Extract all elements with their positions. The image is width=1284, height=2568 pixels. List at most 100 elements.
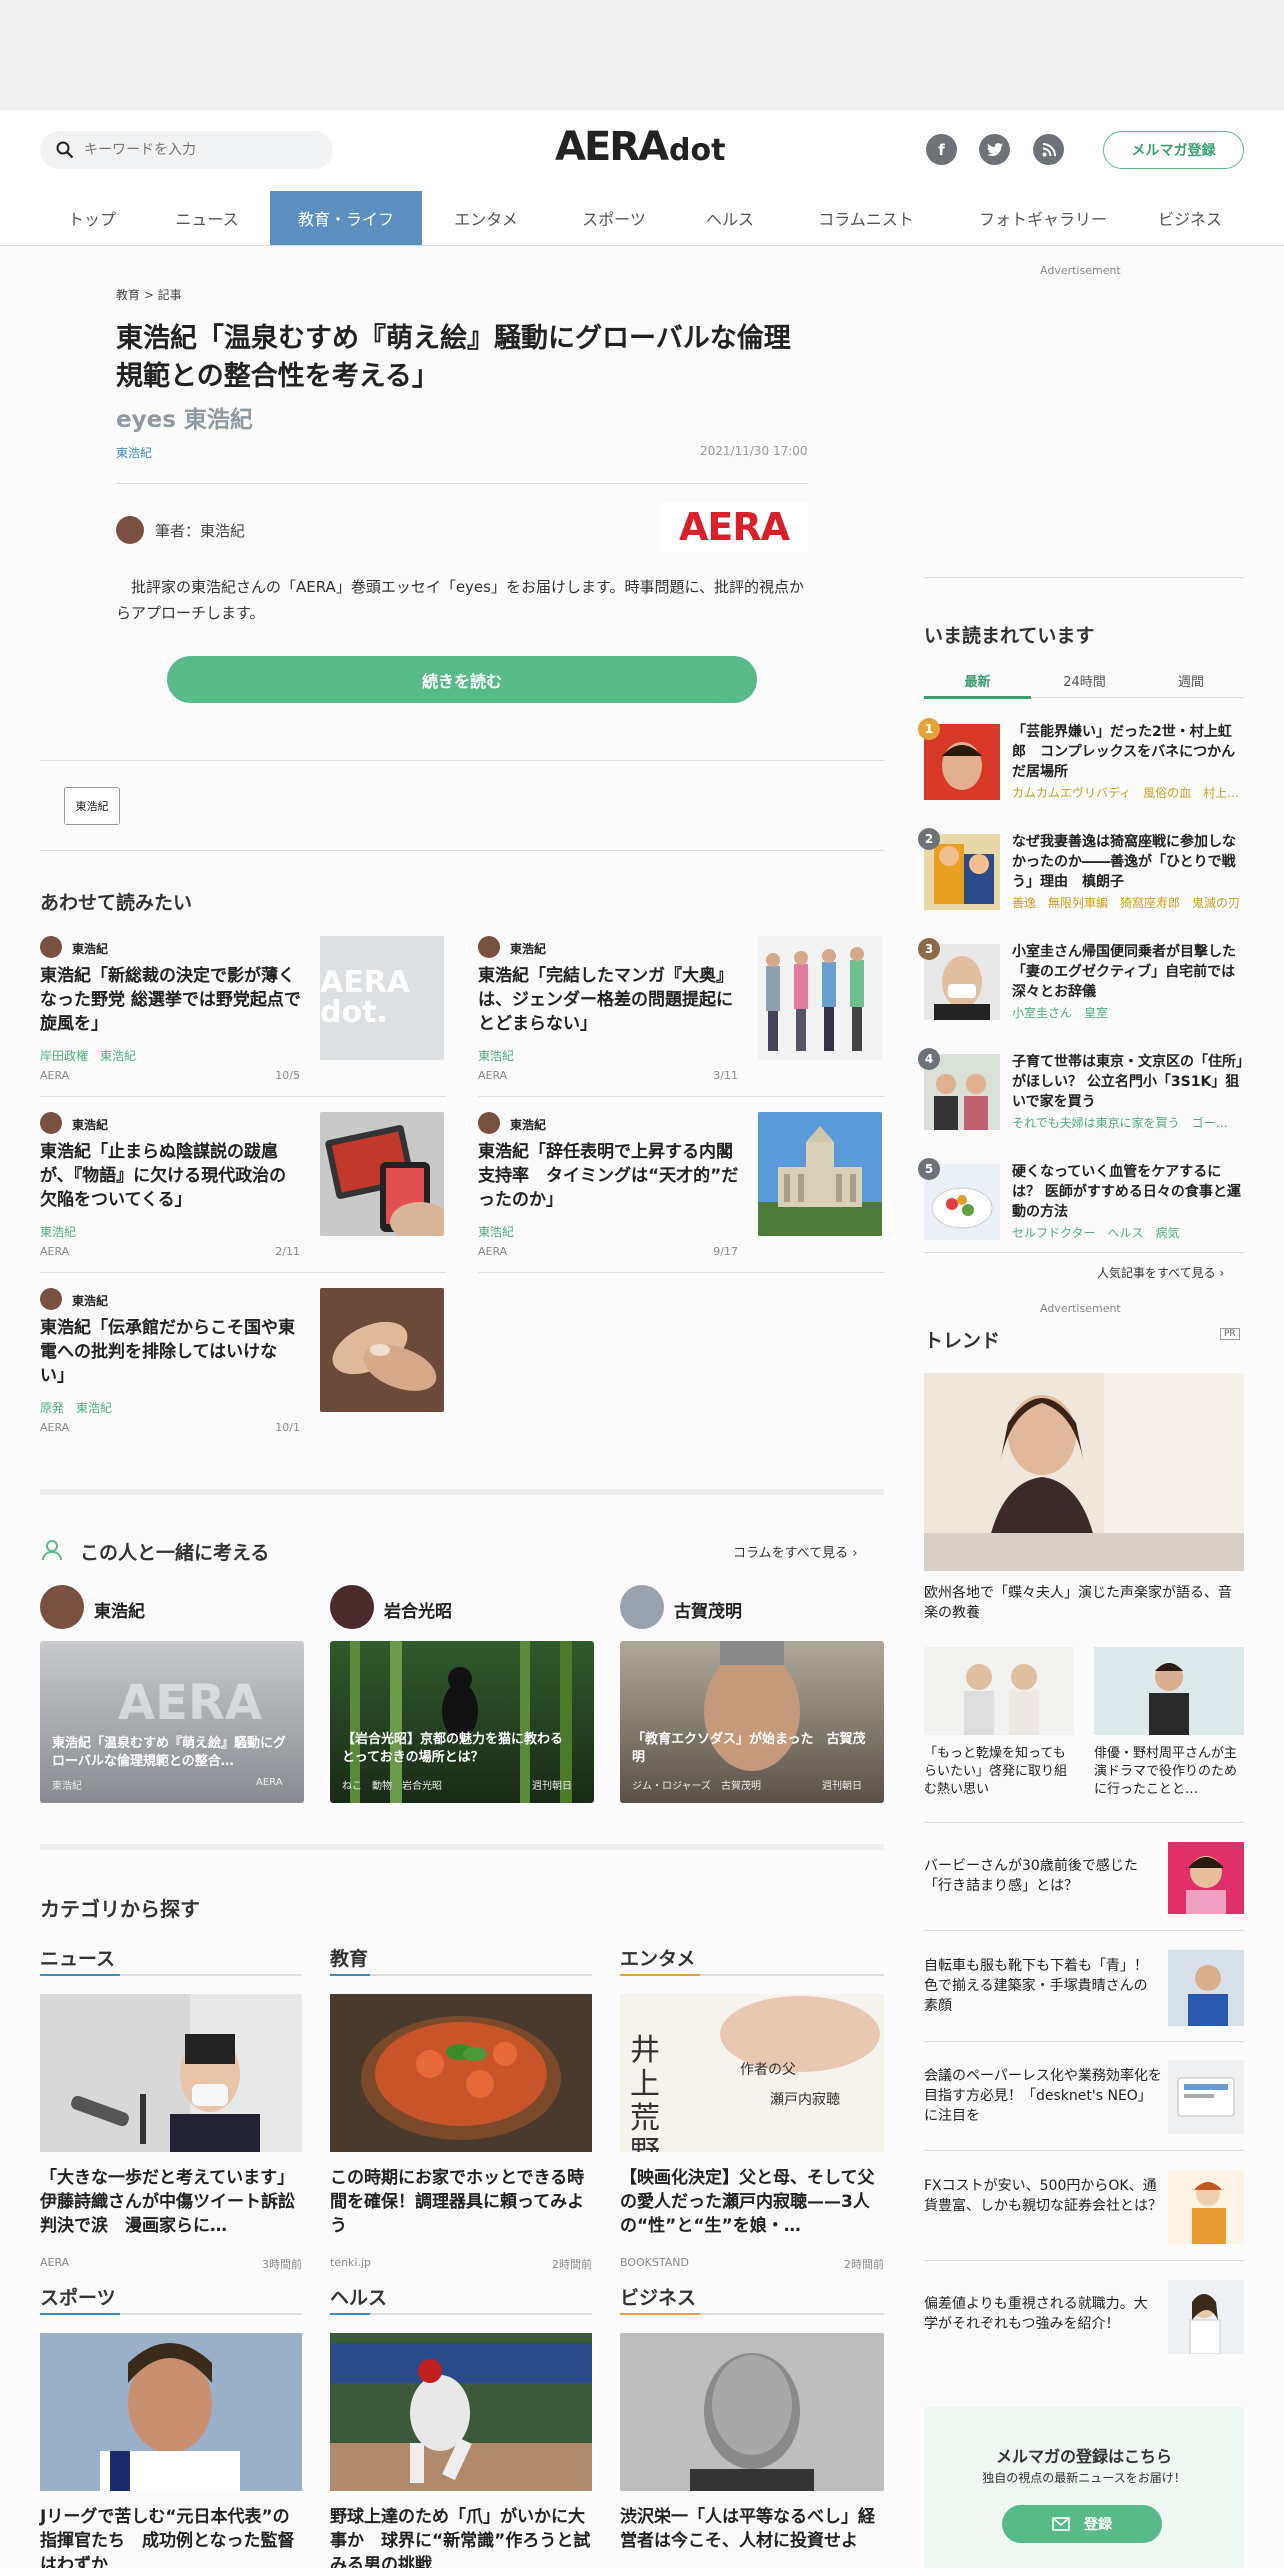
ranking-title: 「芸能界嫌い」だった2世・村上虹郎 コンプレックスをバネにつかんだ居場所 xyxy=(1012,724,1236,780)
twitter-icon[interactable] xyxy=(979,134,1010,165)
card-author: 東浩紀 xyxy=(510,1118,547,1132)
category-name[interactable]: ビジネス xyxy=(620,2283,884,2310)
logo-main: AERA xyxy=(555,124,669,170)
tag-chip[interactable]: 東浩紀 xyxy=(64,787,120,825)
ranking-item[interactable]: 5 硬くなっていく血管をケアするには？ 医師がすすめる日々の食事と運動の方法 セ… xyxy=(918,1158,1244,1248)
book-cover-image[interactable]: 作者の父 瀬戸内寂聴 井上荒野 xyxy=(620,1994,884,2152)
related-card[interactable]: 東浩紀 東浩紀「辞任表明で上昇する内閣支持率 タイミングは“天才的”だったのか」… xyxy=(478,1112,884,1272)
nav-item-business[interactable]: ビジネス xyxy=(1136,191,1244,245)
chevron-right-icon: › xyxy=(1219,1266,1225,1280)
see-all-columns-link[interactable]: コラムをすべて見る › xyxy=(733,1542,858,1561)
category-name[interactable]: 教育 xyxy=(330,1944,592,1971)
trend-pair-item[interactable]: 俳優・野村周平さんが主演ドラマで役作りのために行ったことと… xyxy=(1094,1647,1244,1807)
related-card[interactable]: 東浩紀 東浩紀「新総裁の決定で影が薄くなった野党 総選挙では野党起点で旋風を」 … xyxy=(40,936,446,1096)
category-article-title[interactable]: 「大きな一歩だと考えています」伊藤詩織さんが中傷ツイート訴訟判決で涙 漫画家らに… xyxy=(40,2166,302,2238)
trend-list-item[interactable]: FXコストが安い、500円からOK、通貨豊富、しかも親切な証券会社とは？ xyxy=(924,2170,1244,2244)
nav-item-entame[interactable]: エンタメ xyxy=(422,191,550,245)
mailmag-register-button[interactable]: メルマガ登録 xyxy=(1103,131,1244,169)
site-logo[interactable]: AERA dot xyxy=(555,124,725,176)
trend-main-item[interactable]: 欧州各地で「蝶々夫人」演じた声楽家が語る、音楽の教養 xyxy=(924,1373,1244,1643)
coach-image[interactable] xyxy=(40,2333,302,2491)
rss-icon[interactable] xyxy=(1033,134,1064,165)
ranking-see-all-link[interactable]: 人気記事をすべて見る › xyxy=(1097,1264,1224,1281)
rank-number-badge: 3 xyxy=(918,938,940,960)
tab-latest[interactable]: 最新 xyxy=(924,671,1031,690)
trend-pair-image xyxy=(1094,1647,1244,1735)
trend-pair-image xyxy=(924,1647,1074,1735)
ranking-item[interactable]: 3 小室圭さん帰国便同乗者が目撃した「妻のエグゼクティブ」自宅前では深々とお辞儀… xyxy=(918,938,1244,1028)
tab-24h[interactable]: 24時間 xyxy=(1031,671,1138,690)
nav-item-news[interactable]: ニュース xyxy=(144,191,270,245)
category-name[interactable]: ヘルス xyxy=(330,2283,592,2310)
card-source: AERA xyxy=(40,1421,70,1434)
divider xyxy=(924,2150,1244,2151)
read-more-button[interactable]: 続きを読む xyxy=(167,656,757,703)
trend-list-title: 会議のペーパーレス化や業務効率化を目指す方必見！「desknet's NEO」に… xyxy=(924,2068,1162,2124)
category-name[interactable]: ニュース xyxy=(40,1944,302,1971)
trend-list-item[interactable]: バービーさんが30歳前後で感じた「行き詰まり感」とは？ xyxy=(924,1842,1244,1914)
category-article-source: BOOKSTAND xyxy=(620,2256,689,2269)
nav-item-columnist[interactable]: コラムニスト xyxy=(782,191,950,245)
category-article-date: 2時間前 xyxy=(552,2258,592,2271)
facebook-icon[interactable]: f xyxy=(926,134,957,165)
nav-item-sports[interactable]: スポーツ xyxy=(550,191,678,245)
column-card-source: 週刊朝日 xyxy=(532,1781,572,1792)
svg-text:瀬戸内寂聴: 瀬戸内寂聴 xyxy=(770,2092,840,2108)
breadcrumb[interactable]: 教育 > 記事 xyxy=(116,286,182,303)
mailmag-box-register-button[interactable]: 登録 xyxy=(1002,2505,1162,2543)
person-name[interactable]: 東浩紀 xyxy=(94,1597,145,1622)
author-tag-link[interactable]: 東浩紀 xyxy=(116,444,152,461)
trend-list-item[interactable]: 会議のペーパーレス化や業務効率化を目指す方必見！「desknet's NEO」に… xyxy=(924,2060,1244,2134)
person-name[interactable]: 古賀茂明 xyxy=(674,1597,742,1622)
category-article-title[interactable]: 野球上達のため「爪」がいかに大事か 球界に“新常識”作ろうと試みる男の挑戦 xyxy=(330,2505,592,2568)
related-card[interactable]: 東浩紀 東浩紀「止まらぬ陰謀説の跋扈が、『物語』に欠ける現代政治の欠陥をついてく… xyxy=(40,1112,446,1272)
pitcher-image[interactable] xyxy=(330,2333,592,2491)
category-block-entame: エンタメ 作者の父 瀬戸内寂聴 井上荒野 【映画化決定】父と母、そして父の愛人だ… xyxy=(620,1944,884,2274)
card-date: 10/1 xyxy=(275,1421,300,1434)
trend-list-item[interactable]: 偏差値よりも重視される就職力。大学がそれぞれもつ強みを紹介！ xyxy=(924,2280,1244,2354)
related-card[interactable]: 東浩紀 東浩紀「完結したマンガ『大奥』は、ジェンダー格差の問題提起にとどまらない… xyxy=(478,936,884,1096)
tab-weekly[interactable]: 週間 xyxy=(1138,671,1244,690)
nav-item-health[interactable]: ヘルス xyxy=(678,191,782,245)
category-underline-accent xyxy=(330,2313,370,2315)
trend-pair-title: 俳優・野村周平さんが主演ドラマで役作りのために行ったことと… xyxy=(1094,1746,1238,1797)
ranking-item[interactable]: 2 なぜ我妻善逸は猗窩座戦に参加しなかったのか――善逸が「ひとりで戦う」理由 槙… xyxy=(918,828,1244,918)
column-card[interactable]: AERA 東浩紀「温泉むすめ『萌え絵』騒動にグローバルな倫理規範との整合… 東浩… xyxy=(40,1641,304,1803)
ranking-tabs: 最新 24時間 週間 xyxy=(924,671,1244,690)
person-icon xyxy=(42,1540,62,1561)
category-article-title[interactable]: この時期にお家でホッとできる時間を確保！調理器具に頼ってみよう xyxy=(330,2166,592,2238)
nav-item-top[interactable]: トップ xyxy=(40,191,144,245)
ranking-item[interactable]: 4 子育て世帯は東京・文京区の「住所」がほしい？ 公立名門小「3S1K」狙いで家… xyxy=(918,1048,1244,1138)
publisher-logo: AERA xyxy=(660,502,808,552)
person-avatar[interactable] xyxy=(40,1585,84,1629)
category-name[interactable]: スポーツ xyxy=(40,2283,302,2310)
person-avatar[interactable] xyxy=(620,1585,664,1629)
diet-building-thumbnail xyxy=(758,1112,882,1236)
category-article-title[interactable]: 渋沢栄一「人は平等なるべし」経営者は今こそ、人材に投資せよ xyxy=(620,2505,884,2553)
category-article-title[interactable]: Jリーグで苦しむ“元日本代表”の指揮官たち 成功例となった監督はわずか xyxy=(40,2505,302,2568)
column-card[interactable]: 「教育エクソダス」が始まった 古賀茂明 ジム・ロジャーズ 古賀茂明 週刊朝日 xyxy=(620,1641,884,1803)
search-box[interactable] xyxy=(40,131,333,169)
column-card[interactable]: 【岩合光昭】京都の魅力を猫に教わる とっておきの場所とは？ ねこ 動物 岩合光昭… xyxy=(330,1641,594,1803)
see-all-columns-label: コラムをすべて見る xyxy=(733,1546,849,1561)
trend-pair-item[interactable]: 「もっと乾燥を知ってもらいたい」啓発に取り組む熱い思い xyxy=(924,1647,1074,1807)
ranking-item[interactable]: 1 「芸能界嫌い」だった2世・村上虹郎 コンプレックスをバネにつかんだ居場所 カ… xyxy=(918,718,1244,808)
nav-item-education-life[interactable]: 教育・ライフ xyxy=(270,191,422,245)
category-article-title[interactable]: 【映画化決定】父と母、そして父の愛人だった瀬戸内寂聴——3人の“性”と“生”を娘… xyxy=(620,2166,884,2238)
press-conference-image[interactable] xyxy=(40,1994,302,2152)
divider xyxy=(924,1822,1244,1823)
book-author-text: 井上荒野 xyxy=(630,2033,660,2153)
search-input[interactable] xyxy=(84,142,304,158)
person-name[interactable]: 岩合光昭 xyxy=(384,1597,452,1622)
trend-list-item[interactable]: 自転車も服も靴下も下着も「青」！色で揃える建築家・手塚貴晴さんの素顔 xyxy=(924,1950,1244,2026)
nav-item-photo-gallery[interactable]: フォトギャラリー xyxy=(950,191,1136,245)
rank-number-badge: 4 xyxy=(918,1048,940,1070)
trend-main-title: 欧州各地で「蝶々夫人」演じた声楽家が語る、音楽の教養 xyxy=(924,1585,1232,1621)
category-name[interactable]: エンタメ xyxy=(620,1944,884,1971)
gratin-dish-image[interactable] xyxy=(330,1994,592,2152)
person-avatar[interactable] xyxy=(330,1585,374,1629)
card-source: AERA xyxy=(40,1069,70,1082)
related-card[interactable]: 東浩紀 東浩紀「伝承館だからこそ国や東電への批判を排除してはいけない」 原発 東… xyxy=(40,1288,446,1448)
portrait-bw-image[interactable] xyxy=(620,2333,884,2491)
section-separator xyxy=(40,1844,884,1850)
